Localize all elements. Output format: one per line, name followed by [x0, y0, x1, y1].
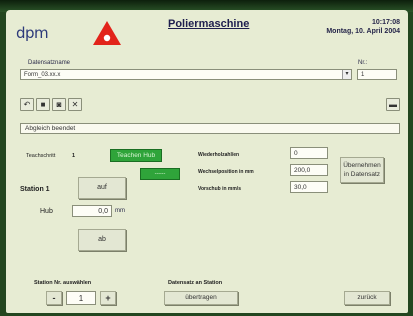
station-number-value: 1: [78, 294, 84, 303]
header: dpm Poliermaschine 10:17:08 Montag, 10. …: [6, 10, 408, 56]
param-label-2: Wechselposition in mm: [198, 169, 254, 175]
station-decrement-button[interactable]: -: [46, 291, 62, 305]
close-icon: ✕: [71, 100, 79, 109]
hub-unit: mm: [115, 208, 125, 214]
chevron-down-icon[interactable]: ▾: [342, 70, 351, 79]
down-button[interactable]: ab: [78, 229, 126, 251]
hmi-screen: dpm Poliermaschine 10:17:08 Montag, 10. …: [6, 10, 408, 313]
clock: 10:17:08 Montag, 10. April 2004: [326, 18, 400, 36]
undo-icon: ↶: [23, 100, 31, 109]
station-label: Station 1: [20, 186, 50, 193]
hub-value: 0,0: [98, 208, 108, 215]
record-name-label: Datensatzname: [28, 60, 71, 66]
nr-label: Nr.:: [358, 60, 368, 66]
undo-button[interactable]: ↶: [20, 98, 34, 111]
transfer-button[interactable]: übertragen: [164, 291, 238, 305]
clock-time: 10:17:08: [371, 19, 400, 26]
param-label-3: Vorschub in mm/s: [198, 186, 241, 192]
record-name-value: Form_03.xx.x: [24, 72, 61, 78]
hub-field: 0,0: [72, 205, 112, 217]
nr-field[interactable]: 1: [357, 69, 397, 80]
save-as-button[interactable]: ◙: [52, 98, 66, 111]
record-name-dropdown[interactable]: Form_03.xx.x ▾: [20, 69, 352, 80]
change-position-value: 200,0: [294, 167, 311, 174]
delete-button[interactable]: ✕: [68, 98, 82, 111]
status-bar: Abgleich beendet: [20, 123, 400, 134]
teach-indicator: -----: [140, 168, 180, 180]
nr-value: 1: [361, 72, 365, 78]
save-button[interactable]: ■: [36, 98, 50, 111]
repeat-count-value: 0: [294, 150, 298, 157]
hub-label: Hub: [40, 208, 53, 215]
param-label-1: Wiederholzahl/en: [198, 152, 240, 158]
repeat-count-field[interactable]: 0: [290, 147, 328, 159]
apply-to-record-button[interactable]: Übernehmen in Datensatz: [340, 157, 384, 183]
feed-rate-field[interactable]: 30,0: [290, 181, 328, 193]
page-title: Poliermaschine: [168, 18, 250, 30]
teach-step-value: 1: [72, 153, 76, 159]
status-text: Abgleich beendet: [25, 125, 76, 132]
clock-date: Montag, 10. April 2004: [326, 28, 400, 35]
station-number-field[interactable]: 1: [66, 291, 96, 305]
feed-rate-value: 30,0: [294, 184, 307, 191]
print-button[interactable]: ▬: [386, 98, 400, 111]
change-position-field[interactable]: 200,0: [290, 164, 328, 176]
printer-icon: ▬: [389, 100, 397, 109]
transfer-label: Datensatz an Station: [168, 280, 223, 286]
dpm-logo: dpm: [16, 24, 49, 42]
station-increment-button[interactable]: +: [100, 291, 116, 305]
save-icon: ■: [40, 100, 46, 109]
teach-step-label: Teachschritt: [26, 153, 56, 159]
warning-icon: [93, 21, 121, 45]
teach-hub-button[interactable]: Teachen Hub: [110, 149, 162, 162]
up-button[interactable]: auf: [78, 177, 126, 199]
back-button[interactable]: zurück: [344, 291, 390, 305]
station-select-label: Station Nr. auswählen: [34, 280, 92, 286]
save-as-icon: ◙: [56, 100, 62, 109]
